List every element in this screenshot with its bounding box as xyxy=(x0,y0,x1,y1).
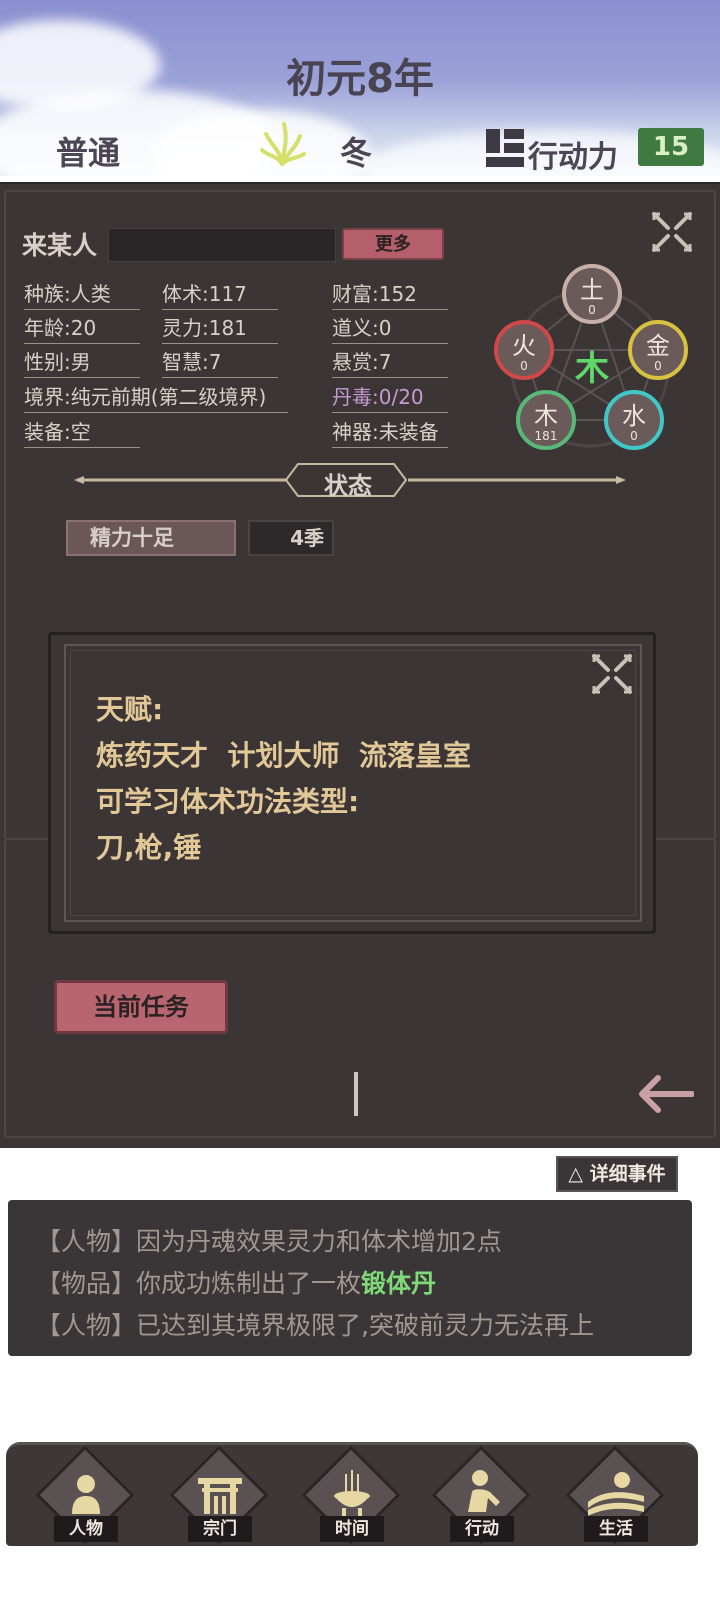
more-button[interactable]: 更多 xyxy=(342,228,444,260)
svg-text:0: 0 xyxy=(588,303,596,317)
action-icon xyxy=(468,1470,500,1512)
svg-text:土: 土 xyxy=(580,276,604,304)
stat-spirit: 灵力:181 xyxy=(162,316,278,344)
status-duration: 4季 xyxy=(248,520,334,556)
log-item-highlight: 锻体丹 xyxy=(361,1269,437,1298)
talent-list: 炼药天才 计划大师 流落皇室 xyxy=(96,739,471,772)
element-water[interactable]: 水 0 xyxy=(604,390,664,450)
svg-text:0: 0 xyxy=(630,429,638,443)
five-elements-diagram: 木 土 0 金 0 水 0 木 181 火 0 xyxy=(494,264,688,450)
svg-text:火: 火 xyxy=(512,332,536,360)
log-line: 【人物】因为丹魂效果灵力和体术增加2点 xyxy=(36,1227,502,1256)
element-fire[interactable]: 火 0 xyxy=(494,320,554,380)
stat-body: 体术:117 xyxy=(162,282,278,310)
stat-wisdom: 智慧:7 xyxy=(162,350,278,378)
stat-righteousness: 道义:0 xyxy=(332,316,448,344)
element-earth[interactable]: 土 0 xyxy=(562,264,622,324)
status-title: 状态 xyxy=(324,472,372,500)
action-points-label: 行动力 xyxy=(528,140,618,175)
text-cursor xyxy=(354,1072,358,1116)
martial-types-label: 可学习体术功法类型: xyxy=(96,785,360,818)
stat-realm: 境界:纯元前期(第二级境界) xyxy=(24,385,288,413)
element-wood[interactable]: 木 181 xyxy=(516,390,576,450)
close-icon[interactable] xyxy=(590,652,634,696)
nav-sect[interactable]: 宗门 xyxy=(169,1445,270,1545)
season-label: 冬 xyxy=(340,134,373,172)
stat-race: 种族:人类 xyxy=(24,282,140,310)
stat-equipment: 装备:空 xyxy=(24,420,140,448)
difficulty-label: 普通 xyxy=(56,134,121,172)
svg-text:金: 金 xyxy=(646,332,670,360)
close-icon[interactable] xyxy=(650,210,694,254)
log-line: 【人物】已达到其境界极限了,突破前灵力无法再上 xyxy=(36,1311,594,1340)
nav-person[interactable]: 人物 xyxy=(35,1445,136,1545)
current-task-button[interactable]: 当前任务 xyxy=(54,980,228,1034)
stat-wealth: 财富:152 xyxy=(332,282,448,310)
year-title: 初元8年 xyxy=(286,56,434,102)
action-points-icon xyxy=(486,129,524,167)
detail-events-button[interactable]: △ 详细事件 xyxy=(556,1156,678,1192)
stat-age: 年龄:20 xyxy=(24,316,140,344)
name-input-box xyxy=(108,228,336,262)
svg-text:水: 水 xyxy=(622,402,646,430)
nav-time[interactable]: 时间 xyxy=(301,1445,402,1545)
incense-burner-icon xyxy=(334,1470,370,1516)
landscape-icon xyxy=(588,1472,644,1516)
stat-bounty: 悬赏:7 xyxy=(332,350,448,378)
svg-text:0: 0 xyxy=(654,359,662,373)
status-effect-badge[interactable]: 精力十足 xyxy=(66,520,236,556)
talent-label: 天赋: xyxy=(96,693,164,726)
svg-text:181: 181 xyxy=(535,429,558,443)
wuxing-center: 木 xyxy=(574,349,609,389)
sect-gate-icon xyxy=(198,1478,242,1514)
person-icon xyxy=(72,1475,100,1514)
svg-text:木: 木 xyxy=(534,402,558,430)
martial-types-list: 刀,枪,锤 xyxy=(96,831,202,864)
stat-gender: 性别:男 xyxy=(24,350,140,378)
svg-text:0: 0 xyxy=(520,359,528,373)
element-metal[interactable]: 金 0 xyxy=(628,320,688,380)
log-line: 【物品】你成功炼制出了一枚锻体丹 xyxy=(36,1269,437,1298)
nav-life[interactable]: 生活 xyxy=(565,1445,666,1545)
character-name: 来某人 xyxy=(22,231,98,260)
action-points-value: 15 xyxy=(638,128,704,166)
stat-artifact: 神器:未装备 xyxy=(332,420,448,448)
nav-action[interactable]: 行动 xyxy=(431,1445,532,1545)
winter-plant-icon xyxy=(260,122,306,166)
stat-pill-toxicity: 丹毒:0/20 xyxy=(332,385,448,413)
back-arrow-icon[interactable] xyxy=(636,1074,694,1114)
